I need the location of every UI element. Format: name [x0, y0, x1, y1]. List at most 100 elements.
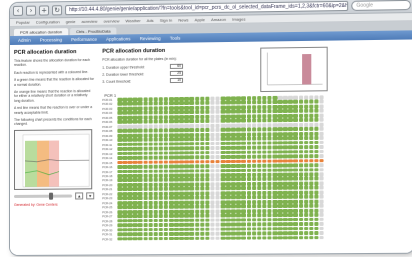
well-cell[interactable]	[288, 131, 293, 136]
well-cell[interactable]	[236, 150, 241, 155]
well-cell[interactable]	[314, 208, 319, 213]
well-cell[interactable]	[220, 186, 226, 191]
well-cell[interactable]	[148, 209, 153, 214]
well-cell[interactable]	[168, 124, 174, 128]
well-cell[interactable]	[282, 104, 288, 109]
well-cell[interactable]	[199, 182, 205, 187]
well-cell[interactable]	[168, 119, 174, 124]
well-cell[interactable]	[256, 231, 262, 236]
well-cell[interactable]	[241, 213, 246, 218]
well-cell[interactable]	[184, 101, 190, 106]
well-cell[interactable]	[230, 114, 236, 119]
well-cell[interactable]	[246, 118, 252, 123]
well-cell[interactable]	[194, 155, 200, 160]
well-cell[interactable]	[184, 236, 190, 241]
well-cell[interactable]	[184, 231, 190, 236]
well-cell[interactable]	[117, 214, 123, 219]
well-cell[interactable]	[168, 97, 174, 101]
well-cell[interactable]	[143, 236, 148, 241]
well-cell[interactable]	[241, 231, 246, 236]
well-cell[interactable]	[267, 217, 272, 222]
well-cell[interactable]	[262, 105, 267, 109]
well-cell[interactable]	[303, 136, 309, 141]
well-cell[interactable]	[303, 140, 309, 145]
well-cell[interactable]	[158, 119, 164, 124]
well-cell[interactable]	[314, 231, 319, 235]
well-cell[interactable]	[127, 151, 133, 156]
well-cell[interactable]	[288, 213, 293, 218]
well-cell[interactable]	[303, 199, 309, 204]
well-cell[interactable]	[230, 136, 236, 141]
well-cell[interactable]	[277, 140, 283, 145]
well-cell[interactable]	[117, 165, 123, 169]
well-cell[interactable]	[210, 168, 215, 173]
well-cell[interactable]	[308, 122, 314, 127]
well-cell[interactable]	[194, 231, 200, 236]
well-cell[interactable]	[158, 146, 164, 151]
well-cell[interactable]	[272, 172, 278, 177]
well-cell[interactable]	[303, 176, 309, 181]
well-cell[interactable]	[272, 113, 278, 118]
well-cell[interactable]	[282, 195, 288, 200]
well-cell[interactable]	[158, 151, 164, 156]
well-cell[interactable]	[262, 195, 267, 200]
well-cell[interactable]	[298, 185, 304, 190]
bookmark-item[interactable]: Sign In	[160, 18, 173, 23]
well-cell[interactable]	[236, 172, 241, 177]
well-cell[interactable]	[262, 213, 267, 218]
well-cell[interactable]	[236, 218, 241, 222]
well-cell[interactable]	[158, 97, 164, 102]
well-cell[interactable]	[132, 169, 138, 174]
well-cell[interactable]	[303, 131, 309, 136]
well-cell[interactable]	[179, 96, 184, 101]
well-cell[interactable]	[220, 114, 226, 119]
well-cell[interactable]	[168, 182, 174, 187]
well-cell[interactable]	[117, 129, 123, 133]
well-cell[interactable]	[194, 168, 200, 173]
well-cell[interactable]	[127, 133, 133, 138]
well-cell[interactable]	[256, 154, 262, 159]
well-cell[interactable]	[153, 160, 159, 165]
well-cell[interactable]	[179, 191, 184, 196]
well-cell[interactable]	[137, 187, 143, 192]
well-cell[interactable]	[194, 213, 200, 218]
well-cell[interactable]	[174, 200, 179, 205]
well-cell[interactable]	[199, 128, 205, 133]
well-cell[interactable]	[122, 142, 128, 147]
well-cell[interactable]	[168, 164, 174, 169]
well-cell[interactable]	[256, 172, 262, 177]
well-cell[interactable]	[168, 227, 174, 232]
well-cell[interactable]	[132, 187, 138, 192]
well-cell[interactable]	[262, 123, 267, 127]
well-cell[interactable]	[205, 96, 210, 101]
well-cell[interactable]	[189, 222, 195, 227]
well-cell[interactable]	[308, 235, 314, 240]
menu-item-performance[interactable]: Performance	[71, 37, 97, 42]
well-cell[interactable]	[236, 118, 241, 123]
well-cell[interactable]	[117, 106, 123, 111]
well-cell[interactable]	[230, 218, 236, 222]
well-cell[interactable]	[205, 204, 210, 209]
well-cell[interactable]	[225, 231, 231, 236]
well-cell[interactable]	[236, 231, 241, 236]
well-cell[interactable]	[194, 227, 200, 232]
well-cell[interactable]	[137, 182, 143, 187]
well-cell[interactable]	[122, 106, 128, 111]
well-cell[interactable]	[225, 200, 231, 204]
well-cell[interactable]	[241, 109, 246, 114]
well-cell[interactable]	[256, 208, 262, 213]
well-cell[interactable]	[267, 95, 272, 100]
well-cell[interactable]	[122, 160, 128, 165]
well-cell[interactable]	[236, 213, 241, 218]
well-cell[interactable]	[199, 218, 205, 223]
well-cell[interactable]	[168, 187, 174, 191]
well-cell[interactable]	[179, 204, 184, 209]
well-cell[interactable]	[189, 186, 195, 191]
stepper-up-icon[interactable]: ▲	[75, 192, 84, 200]
well-cell[interactable]	[184, 119, 190, 124]
well-cell[interactable]	[117, 169, 123, 174]
well-cell[interactable]	[132, 214, 138, 219]
well-cell[interactable]	[308, 217, 314, 222]
well-cell[interactable]	[215, 146, 221, 150]
well-cell[interactable]	[272, 186, 278, 191]
